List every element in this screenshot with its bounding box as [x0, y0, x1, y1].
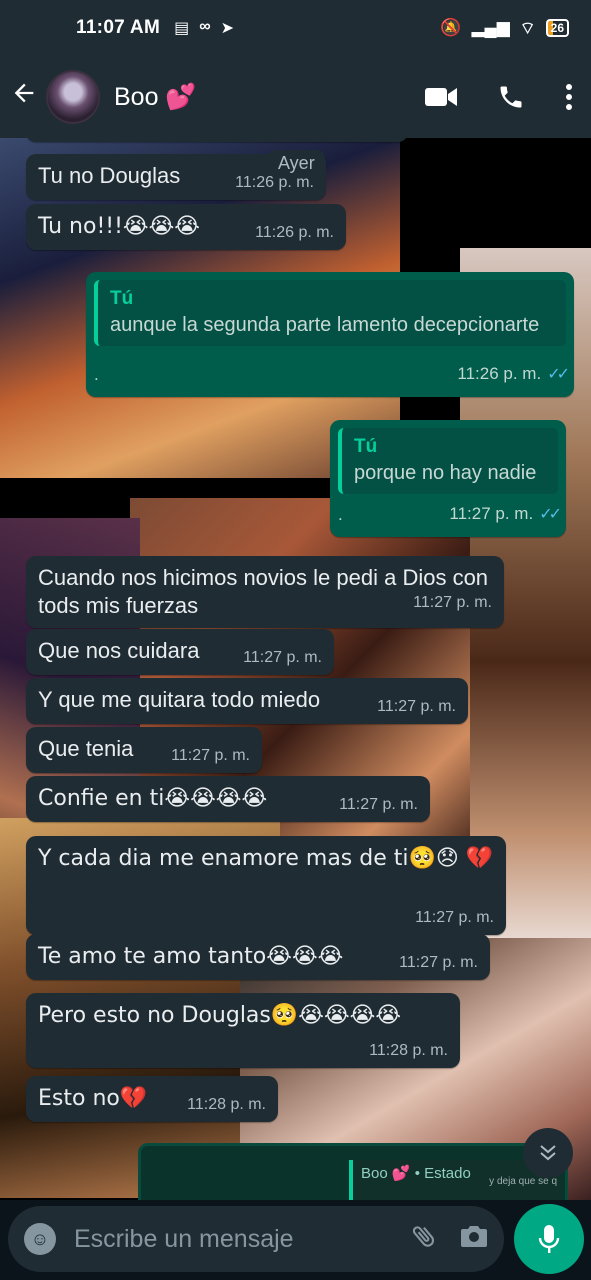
message-text: Tu no!!!😭😭😭	[38, 214, 201, 239]
message-time: 11:27 p. m.	[377, 698, 456, 715]
video-call-icon[interactable]	[425, 86, 457, 108]
message-bubble[interactable]: Que nos cuidara 11:27 p. m.	[26, 629, 334, 675]
message-bubble-outgoing[interactable]: Tú porque no hay nadie . 11:27 p. m. ✓✓	[330, 420, 566, 537]
message-bubble[interactable]: Y cada dia me enamore mas de ti🥺😞 💔 11:2…	[26, 836, 506, 935]
mic-icon	[538, 1225, 560, 1253]
date-chip: Ayer	[268, 150, 325, 177]
message-text: Que nos cuidara	[38, 638, 200, 663]
message-time: 11:27 p. m.	[243, 649, 322, 666]
more-options-icon[interactable]	[565, 83, 573, 111]
status-bar: 11:07 AM ▤ ∞ ➤ 🔕 ▂▄▆ ⌔ 26	[0, 0, 591, 56]
message-time: 11:28 p. m.	[187, 1096, 266, 1113]
message-bubble[interactable]: Que tenia 11:27 p. m.	[26, 727, 262, 773]
contact-name[interactable]: Boo 💕	[114, 83, 197, 112]
message-text: Pero esto no Douglas🥺😭😭😭😭	[38, 1003, 402, 1028]
message-time: 11:27 p. m.	[171, 747, 250, 764]
message-text: Esto no💔	[38, 1086, 148, 1111]
message-list[interactable]: Tu no Douglas 11:26 p. m. Ayer Tu no!!!😭…	[0, 138, 591, 1200]
message-text: .	[338, 504, 343, 524]
message-input-container[interactable]: ☺ Escribe un mensaje	[8, 1206, 504, 1272]
quote-text: aunque la segunda parte lamento decepcio…	[110, 314, 540, 336]
avatar[interactable]	[46, 70, 100, 124]
message-bubble[interactable]: Esto no💔 11:28 p. m.	[26, 1076, 278, 1122]
message-time: 11:27 p. m.	[413, 594, 492, 611]
message-text: Te amo te amo tanto😭😭😭	[38, 944, 344, 969]
mic-button[interactable]	[514, 1204, 584, 1274]
telegram-icon: ➤	[220, 20, 235, 37]
camera-icon[interactable]	[460, 1223, 488, 1256]
message-bubble[interactable]: Tu no!!!😭😭😭 11:26 p. m.	[26, 204, 346, 250]
wifi-icon: ⌔	[519, 18, 536, 38]
message-time: 11:26 p. m.	[255, 224, 334, 241]
message-time: 11:27 p. m.	[449, 504, 534, 523]
battery-level: 26	[550, 21, 564, 35]
message-bubble[interactable]: Confie en ti😭😭😭😭 11:27 p. m.	[26, 776, 430, 822]
message-time: 11:28 p. m.	[369, 1042, 448, 1059]
quote-author: Tú	[354, 436, 378, 457]
message-time: 11:27 p. m.	[415, 909, 494, 926]
message-text: .	[94, 364, 99, 384]
status-reply-preview[interactable]: Boo 💕 • Estado y deja que se q	[138, 1143, 568, 1200]
message-text: Tu no Douglas	[38, 163, 181, 188]
voicemail-icon: ∞	[199, 18, 211, 35]
mute-icon: 🔕	[440, 18, 462, 37]
emoji-icon[interactable]: ☺	[24, 1223, 56, 1255]
message-time: 11:26 p. m.	[457, 364, 542, 383]
message-text: Y cada dia me enamore mas de ti🥺😞 💔	[38, 846, 494, 871]
message-text: Y que me quitara todo miedo	[38, 687, 321, 712]
message-bubble[interactable]: Cuando nos hicimos novios le pedi a Dios…	[26, 556, 504, 628]
quoted-message[interactable]: Tú porque no hay nadie	[338, 428, 558, 494]
signal-icon: ▂▄▆	[471, 18, 510, 37]
message-bubble[interactable]: Te amo te amo tanto😭😭😭 11:27 p. m.	[26, 934, 490, 980]
scroll-down-button[interactable]	[523, 1128, 573, 1178]
message-input[interactable]: Escribe un mensaje	[74, 1225, 388, 1254]
read-ticks-icon: ✓✓	[547, 366, 570, 383]
attach-icon[interactable]	[410, 1222, 438, 1257]
composer-bar: ☺ Escribe un mensaje	[0, 1200, 591, 1280]
read-ticks-icon: ✓✓	[539, 506, 562, 523]
message-bubble[interactable]: Pero esto no Douglas🥺😭😭😭😭 11:28 p. m.	[26, 993, 460, 1068]
message-text: Que tenia	[38, 736, 134, 761]
chat-header: Boo 💕	[0, 56, 591, 138]
status-time: 11:07 AM	[76, 17, 161, 38]
back-arrow-icon[interactable]	[10, 79, 44, 115]
voice-call-icon[interactable]	[497, 83, 525, 111]
notification-icon: ▤	[174, 20, 190, 37]
message-bubble-cut[interactable]	[26, 138, 408, 142]
quoted-message[interactable]: Tú aunque la segunda parte lamento decep…	[94, 280, 566, 346]
message-bubble-outgoing[interactable]: Tú aunque la segunda parte lamento decep…	[86, 272, 574, 397]
message-text: Confie en ti😭😭😭😭	[38, 786, 268, 811]
battery-icon: 26	[545, 19, 569, 37]
status-title: Boo 💕 • Estado	[361, 1165, 471, 1182]
message-time: 11:27 p. m.	[399, 954, 478, 971]
quote-text: porque no hay nadie	[354, 462, 537, 484]
message-time: 11:27 p. m.	[339, 796, 418, 813]
quote-author: Tú	[110, 288, 134, 309]
message-bubble[interactable]: Y que me quitara todo miedo 11:27 p. m.	[26, 678, 468, 724]
